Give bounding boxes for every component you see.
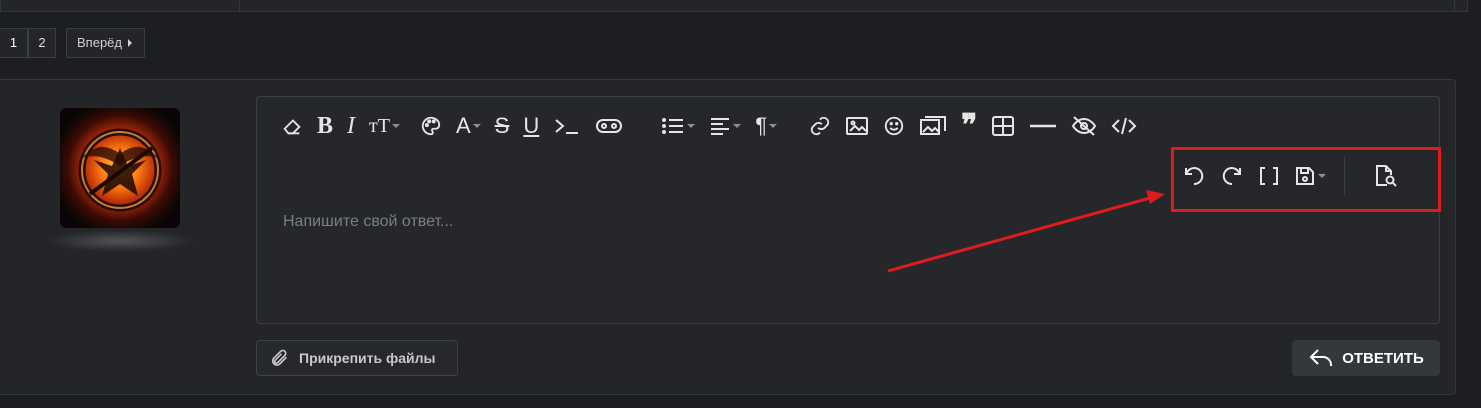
chevron-right-icon — [128, 39, 132, 47]
reply-arrow-icon — [1309, 349, 1333, 366]
align-icon[interactable] — [709, 111, 742, 141]
link-icon[interactable] — [809, 111, 831, 141]
palette-icon[interactable] — [420, 111, 442, 141]
mockingjay-emblem-icon — [78, 128, 162, 212]
code-icon[interactable] — [1111, 111, 1137, 141]
paperclip-icon — [271, 349, 288, 366]
table-icon[interactable] — [991, 111, 1015, 141]
submit-reply-label: ОТВЕТИТЬ — [1342, 349, 1424, 367]
paragraph-icon[interactable]: ¶ — [755, 111, 778, 141]
pagination: 1 2 Вперёд — [0, 28, 145, 58]
quick-reply-block: B I тT A S U ¶ ❞ Напишите свой ответ... … — [0, 79, 1456, 395]
code-inline-icon[interactable] — [553, 111, 581, 141]
underline-icon[interactable]: U — [523, 111, 539, 141]
font-size-icon[interactable]: тT — [369, 111, 400, 141]
quote-icon[interactable]: ❞ — [961, 111, 977, 141]
gamepad-icon[interactable] — [595, 111, 623, 141]
submit-reply-button[interactable]: ОТВЕТИТЬ — [1292, 340, 1440, 376]
italic-icon[interactable]: I — [347, 111, 355, 141]
gallery-icon[interactable] — [919, 111, 947, 141]
reply-input-placeholder[interactable]: Напишите свой ответ... — [283, 213, 453, 231]
list-icon[interactable] — [661, 111, 696, 141]
strikethrough-icon[interactable]: S — [495, 111, 510, 141]
page-link-1[interactable]: 1 — [0, 28, 28, 58]
font-color-icon[interactable]: A — [456, 111, 481, 141]
page-link-2[interactable]: 2 — [28, 28, 56, 58]
next-page-button[interactable]: Вперёд — [66, 28, 145, 58]
editor-toolbar: B I тT A S U ¶ ❞ — [281, 111, 1151, 141]
eraser-icon[interactable] — [281, 111, 303, 141]
hr-icon[interactable] — [1029, 111, 1057, 141]
previous-post-divider — [239, 0, 240, 12]
next-page-label: Вперёд — [77, 35, 122, 50]
avatar-shadow — [46, 230, 194, 252]
previous-post-footer — [0, 0, 1468, 12]
attach-files-button[interactable]: Прикрепить файлы — [256, 340, 458, 376]
attach-files-label: Прикрепить файлы — [299, 350, 436, 366]
bold-icon[interactable]: B — [317, 111, 333, 141]
image-icon[interactable] — [845, 111, 869, 141]
annotation-highlight-box — [1171, 147, 1441, 212]
previous-post-content-edge — [241, 0, 1455, 12]
hide-icon[interactable] — [1071, 111, 1097, 141]
smile-icon[interactable] — [883, 111, 905, 141]
avatar[interactable] — [60, 108, 180, 228]
